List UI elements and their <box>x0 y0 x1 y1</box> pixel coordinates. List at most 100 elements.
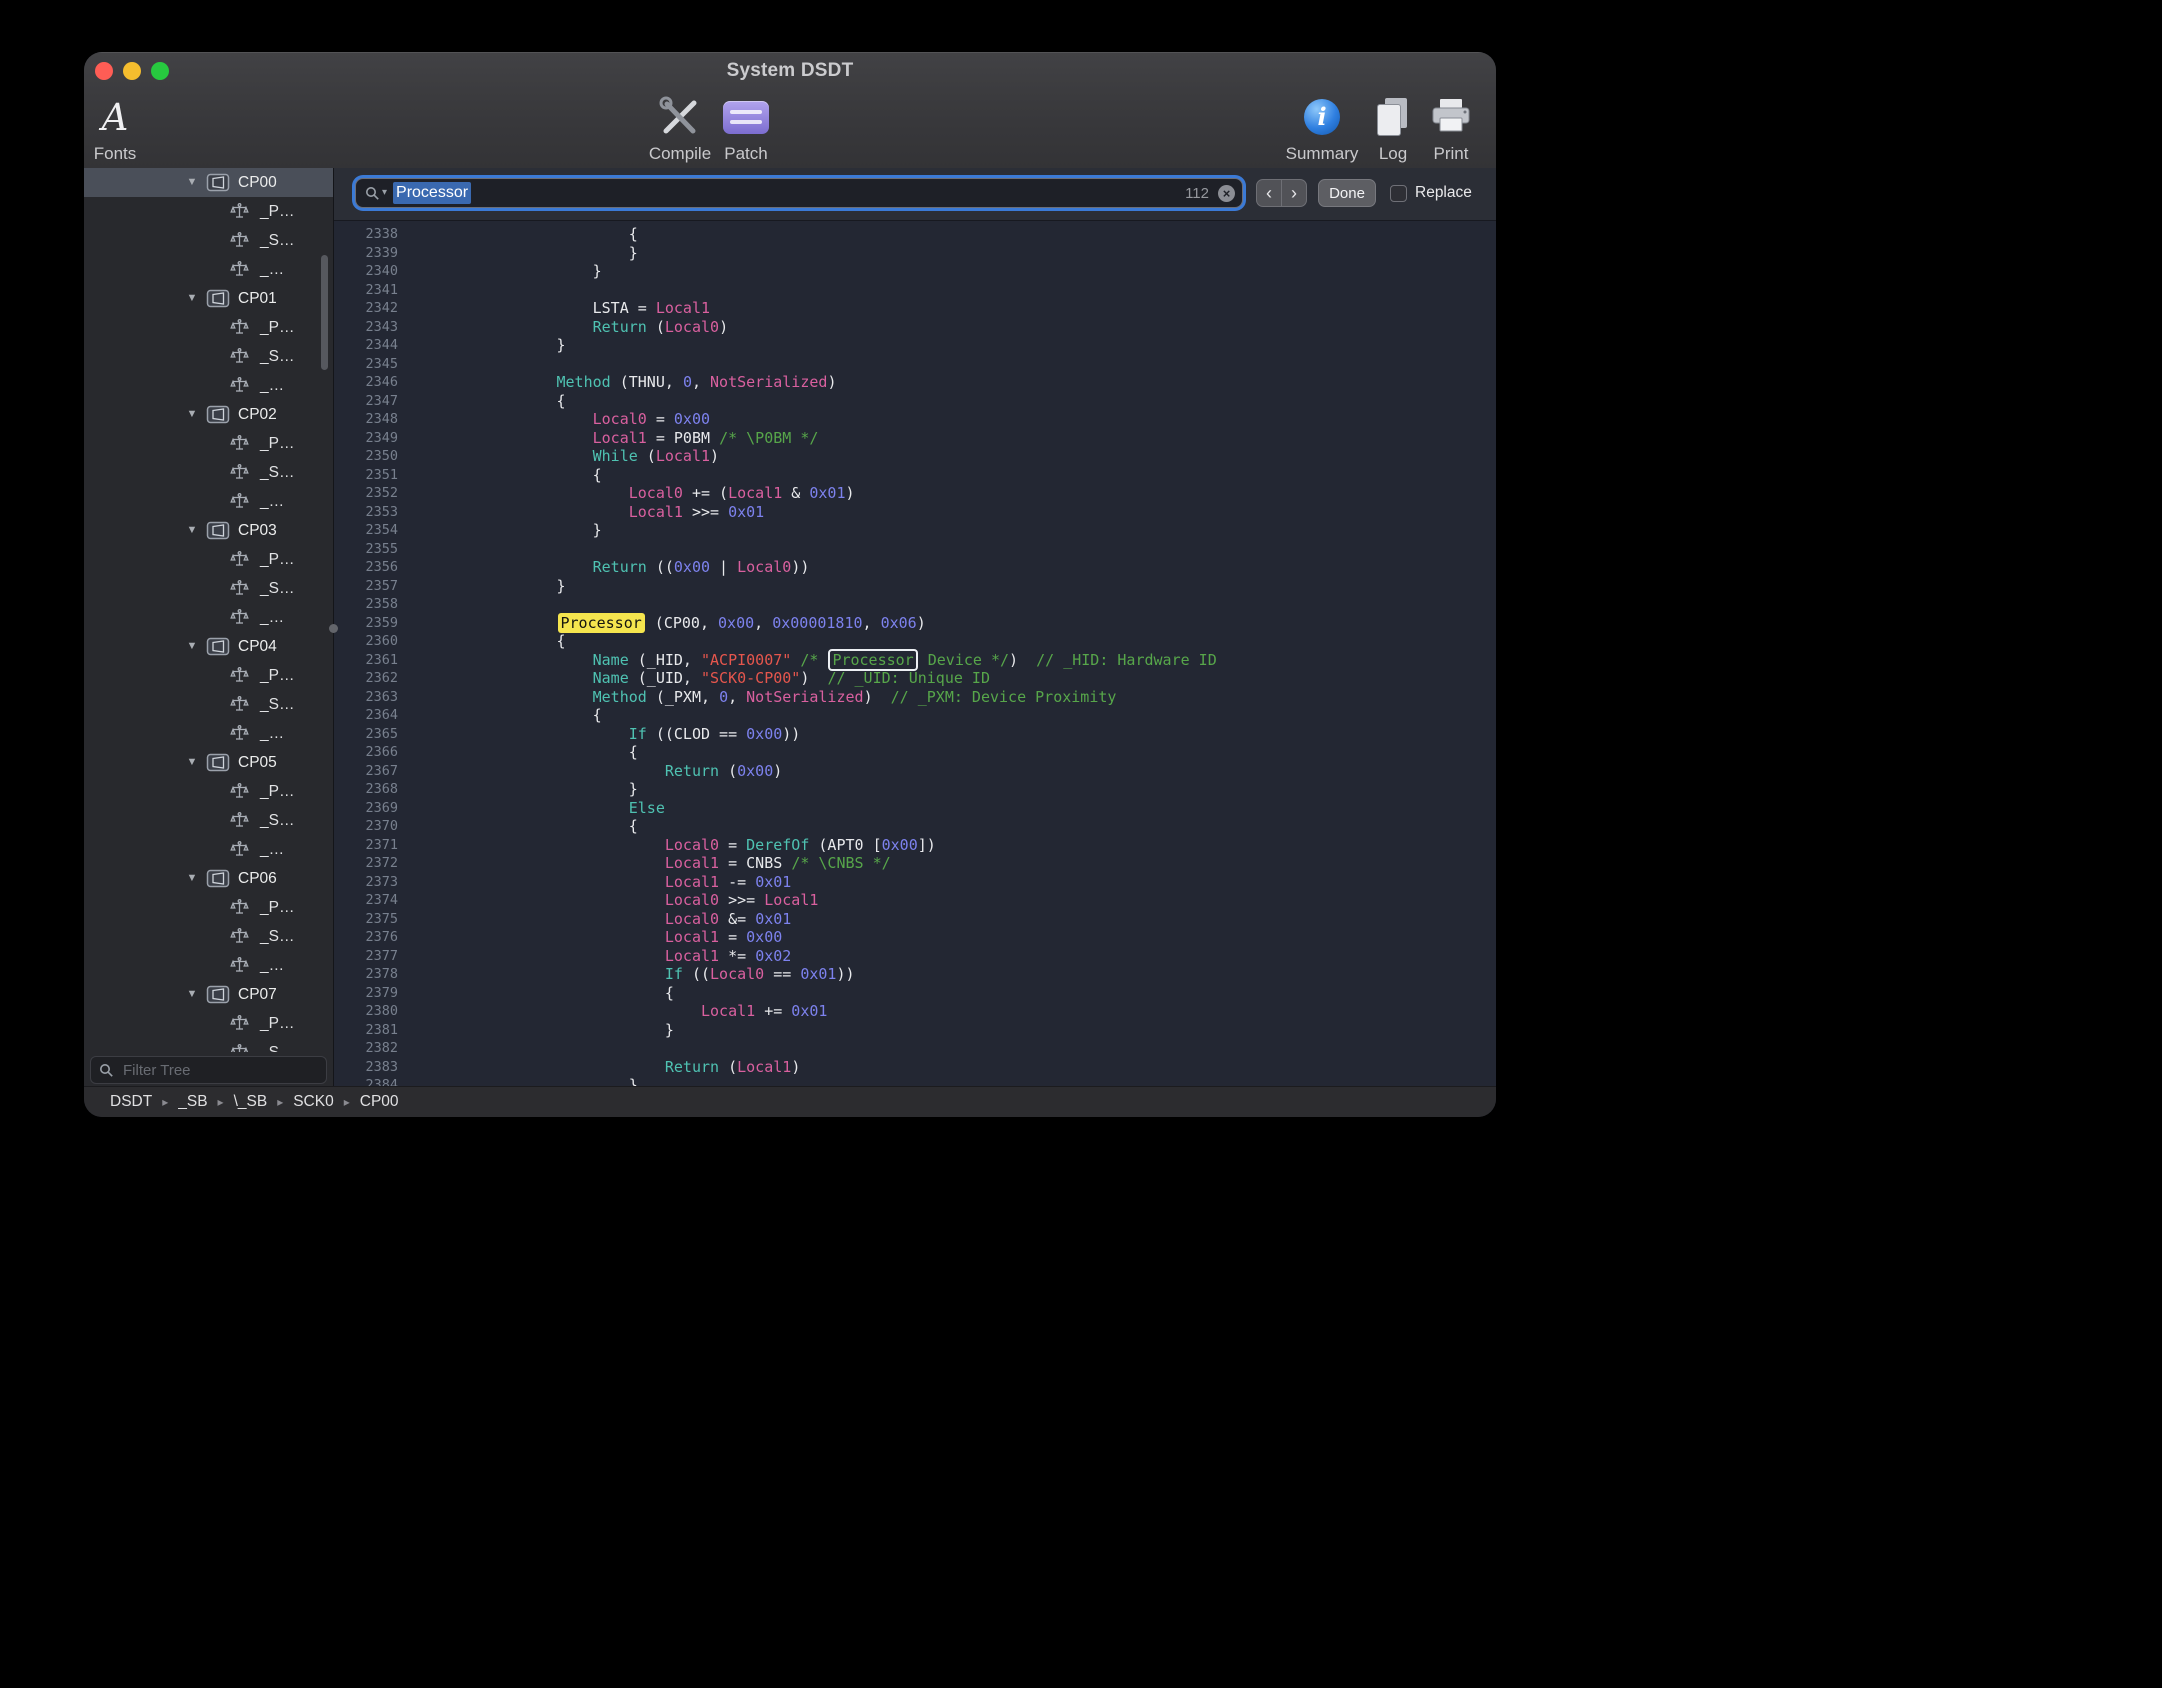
code-line[interactable]: 2377 Local1 *= 0x02 <box>334 947 1496 966</box>
find-next-button[interactable]: › <box>1281 179 1307 207</box>
code-line[interactable]: 2382 <box>334 1039 1496 1058</box>
tree-item-method[interactable]: _S… <box>84 574 333 603</box>
tree-item-method[interactable]: _P… <box>84 545 333 574</box>
code-line[interactable]: 2346 Method (THNU, 0, NotSerialized) <box>334 373 1496 392</box>
code-line[interactable]: 2342 LSTA = Local1 <box>334 299 1496 318</box>
tree-item-method[interactable]: _… <box>84 951 333 980</box>
tree-item-method[interactable]: _P… <box>84 313 333 342</box>
code-line[interactable]: 2364 { <box>334 706 1496 725</box>
code-line[interactable]: 2367 Return (0x00) <box>334 762 1496 781</box>
tree-item-method[interactable]: _S… <box>84 806 333 835</box>
code-line[interactable]: 2365 If ((CLOD == 0x00)) <box>334 725 1496 744</box>
done-button[interactable]: Done <box>1318 179 1376 207</box>
tree-item-scope[interactable]: ▼ CP04 <box>84 632 333 661</box>
tree-item-method[interactable]: _… <box>84 487 333 516</box>
find-previous-button[interactable]: ‹ <box>1256 179 1282 207</box>
replace-checkbox[interactable] <box>1390 185 1407 202</box>
code-line[interactable]: 2360 { <box>334 632 1496 651</box>
tree-item-method[interactable]: _P… <box>84 1009 333 1038</box>
search-input[interactable]: ▾ Processor 112 × <box>355 178 1243 208</box>
tree-item-method[interactable]: _S… <box>84 342 333 371</box>
code-line[interactable]: 2381 } <box>334 1021 1496 1040</box>
code-line[interactable]: 2373 Local1 -= 0x01 <box>334 873 1496 892</box>
disclosure-triangle-icon[interactable]: ▼ <box>184 864 200 893</box>
disclosure-triangle-icon[interactable]: ▼ <box>184 168 200 197</box>
code-line[interactable]: 2366 { <box>334 743 1496 762</box>
code-line[interactable]: 2338 { <box>334 225 1496 244</box>
code-line[interactable]: 2348 Local0 = 0x00 <box>334 410 1496 429</box>
code-line[interactable]: 2380 Local1 += 0x01 <box>334 1002 1496 1021</box>
print-toolbar-button[interactable]: Print <box>1421 92 1481 162</box>
tree-item-method[interactable]: _S… <box>84 922 333 951</box>
code-line[interactable]: 2339 } <box>334 244 1496 263</box>
splitter-handle[interactable] <box>329 624 338 633</box>
tree-item-method[interactable]: _… <box>84 371 333 400</box>
breadcrumb-item[interactable]: _SB <box>178 1093 207 1111</box>
code-line[interactable]: 2341 <box>334 281 1496 300</box>
code-line[interactable]: 2361 Name (_HID, "ACPI0007" /* Processor… <box>334 651 1496 670</box>
summary-toolbar-button[interactable]: i Summary <box>1284 92 1360 162</box>
log-toolbar-button[interactable]: Log <box>1363 92 1423 162</box>
code-editor[interactable]: 2338 { 2339 } 2340 } 2341 2342 LSTA = Lo… <box>334 220 1496 1086</box>
code-line[interactable]: 2357 } <box>334 577 1496 596</box>
tree-item-method[interactable]: _… <box>84 255 333 284</box>
code-line[interactable]: 2375 Local0 &= 0x01 <box>334 910 1496 929</box>
tree-item-method[interactable]: _P… <box>84 661 333 690</box>
code-line[interactable]: 2354 } <box>334 521 1496 540</box>
code-line[interactable]: 2350 While (Local1) <box>334 447 1496 466</box>
tree-item-scope[interactable]: ▼ CP07 <box>84 980 333 1009</box>
tree-item-scope[interactable]: ▼ CP03 <box>84 516 333 545</box>
code-line[interactable]: 2351 { <box>334 466 1496 485</box>
code-line[interactable]: 2368 } <box>334 780 1496 799</box>
breadcrumb-item[interactable]: DSDT <box>110 1093 152 1111</box>
tree-item-method[interactable]: _… <box>84 603 333 632</box>
tree-item-method[interactable]: _S… <box>84 690 333 719</box>
tree-item-method[interactable]: _P… <box>84 429 333 458</box>
code-line[interactable]: 2363 Method (_PXM, 0, NotSerialized) // … <box>334 688 1496 707</box>
code-line[interactable]: 2359 Processor (CP00, 0x00, 0x00001810, … <box>334 614 1496 633</box>
code-line[interactable]: 2383 Return (Local1) <box>334 1058 1496 1077</box>
code-line[interactable]: 2345 <box>334 355 1496 374</box>
disclosure-triangle-icon[interactable]: ▼ <box>184 284 200 313</box>
code-line[interactable]: 2374 Local0 >>= Local1 <box>334 891 1496 910</box>
code-line[interactable]: 2379 { <box>334 984 1496 1003</box>
code-line[interactable]: 2376 Local1 = 0x00 <box>334 928 1496 947</box>
tree-item-scope[interactable]: ▼ CP05 <box>84 748 333 777</box>
filter-tree-input[interactable] <box>121 1061 318 1080</box>
code-line[interactable]: 2340 } <box>334 262 1496 281</box>
disclosure-triangle-icon[interactable]: ▼ <box>184 748 200 777</box>
code-line[interactable]: 2372 Local1 = CNBS /* \CNBS */ <box>334 854 1496 873</box>
tree-item-method[interactable]: _S… <box>84 226 333 255</box>
code-line[interactable]: 2352 Local0 += (Local1 & 0x01) <box>334 484 1496 503</box>
code-line[interactable]: 2371 Local0 = DerefOf (APT0 [0x00]) <box>334 836 1496 855</box>
filter-field[interactable] <box>90 1056 327 1084</box>
tree-item-scope[interactable]: ▼ CP01 <box>84 284 333 313</box>
tree-item-method[interactable]: _P… <box>84 893 333 922</box>
breadcrumb-item[interactable]: \_SB <box>234 1093 268 1111</box>
disclosure-triangle-icon[interactable]: ▼ <box>184 632 200 661</box>
code-line[interactable]: 2349 Local1 = P0BM /* \P0BM */ <box>334 429 1496 448</box>
compile-toolbar-button[interactable]: Compile <box>640 92 720 162</box>
code-line[interactable]: 2358 <box>334 595 1496 614</box>
disclosure-triangle-icon[interactable]: ▼ <box>184 516 200 545</box>
code-line[interactable]: 2356 Return ((0x00 | Local0)) <box>334 558 1496 577</box>
code-line[interactable]: 2344 } <box>334 336 1496 355</box>
code-line[interactable]: 2343 Return (Local0) <box>334 318 1496 337</box>
fonts-toolbar-button[interactable]: A Fonts <box>86 92 144 162</box>
tree-item-scope[interactable]: ▼ CP06 <box>84 864 333 893</box>
tree-item-method[interactable]: _… <box>84 719 333 748</box>
disclosure-triangle-icon[interactable]: ▼ <box>184 980 200 1009</box>
breadcrumb-item[interactable]: SCK0 <box>293 1093 334 1111</box>
tree-item-method[interactable]: _… <box>84 835 333 864</box>
tree-item-method[interactable]: _S… <box>84 458 333 487</box>
clear-search-icon[interactable]: × <box>1218 185 1235 202</box>
breadcrumb-item[interactable]: CP00 <box>360 1093 399 1111</box>
code-line[interactable]: 2353 Local1 >>= 0x01 <box>334 503 1496 522</box>
code-line[interactable]: 2369 Else <box>334 799 1496 818</box>
patch-toolbar-button[interactable]: Patch <box>711 92 781 162</box>
replace-label[interactable]: Replace <box>1415 184 1472 202</box>
code-line[interactable]: 2370 { <box>334 817 1496 836</box>
code-line[interactable]: 2347 { <box>334 392 1496 411</box>
sidebar-scrollbar-thumb[interactable] <box>321 255 328 370</box>
tree-item-scope[interactable]: ▼ CP00 <box>84 168 333 197</box>
